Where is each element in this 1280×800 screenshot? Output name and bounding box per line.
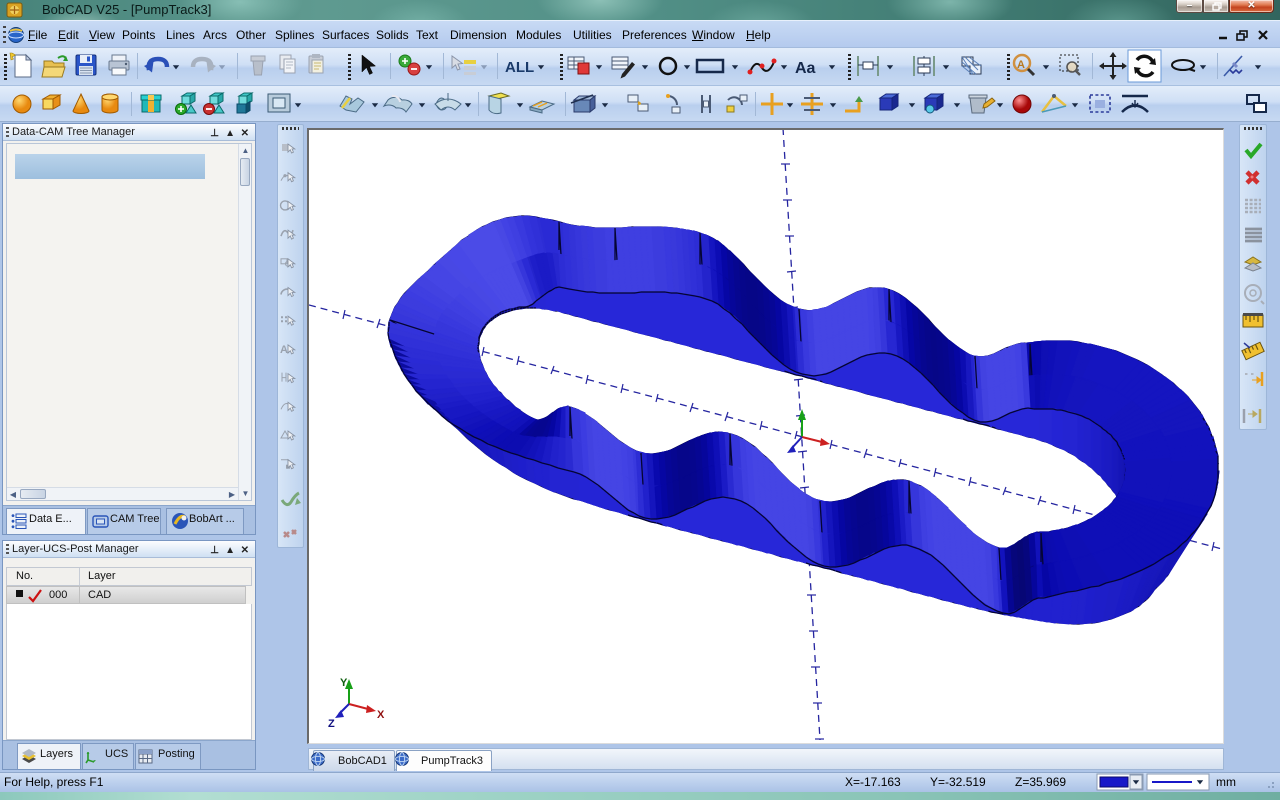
svg-text:X: X	[377, 709, 385, 721]
svg-text:Y: Y	[340, 677, 348, 689]
svg-text:Z: Z	[328, 718, 335, 730]
